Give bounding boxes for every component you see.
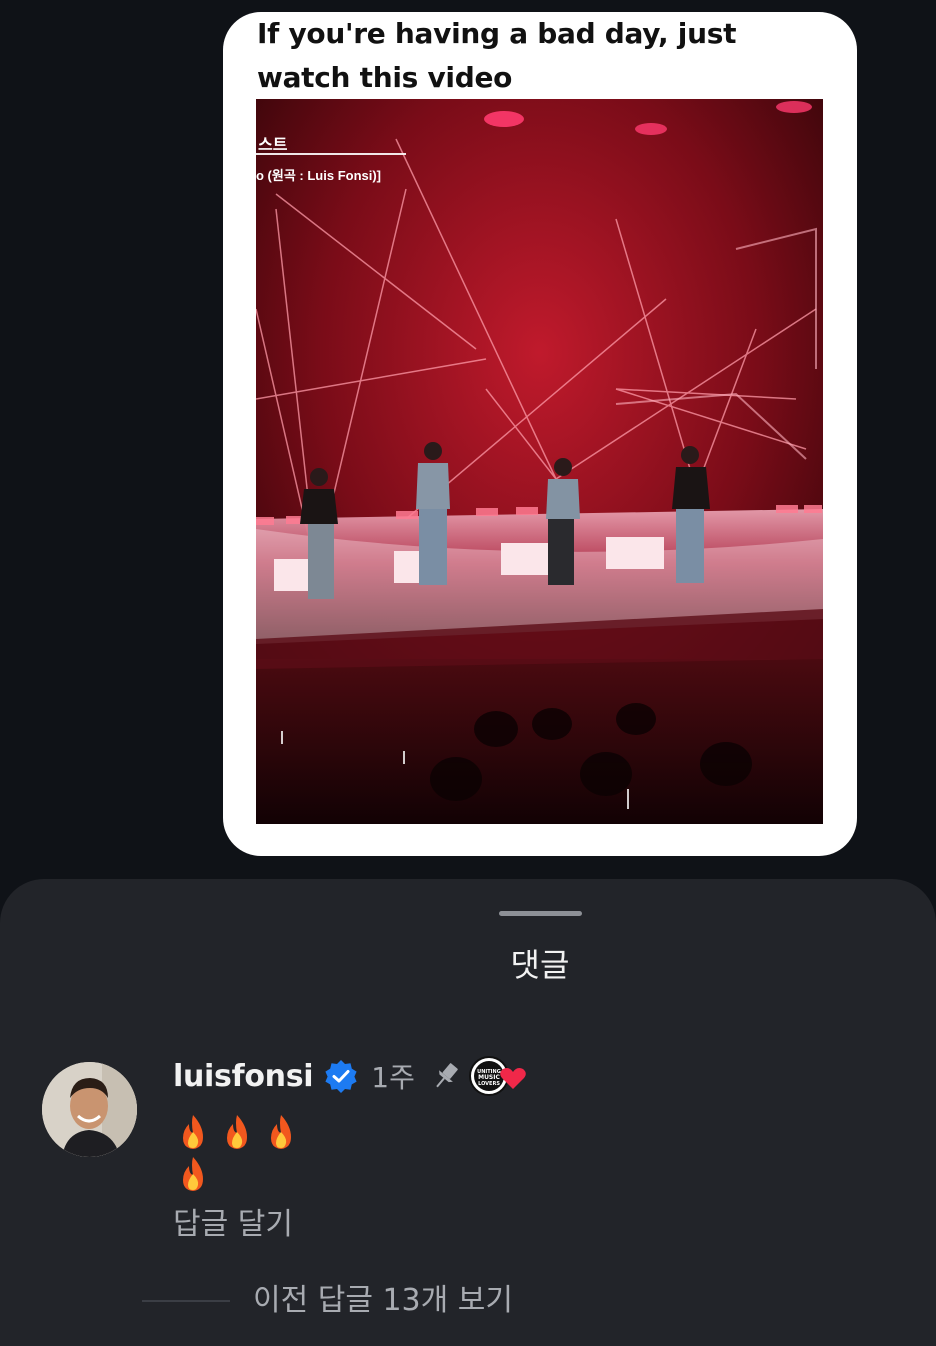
comment-body	[173, 1111, 301, 1195]
post-caption: If you're having a bad day, just watch t…	[257, 17, 737, 94]
comment-username[interactable]: luisfonsi	[173, 1059, 314, 1094]
creator-liked-badge: UNITING MUSIC LOVERS	[468, 1055, 531, 1097]
svg-text:MUSIC: MUSIC	[478, 1074, 500, 1081]
video-overlay-subtitle: o (원곡 : Luis Fonsi)]	[256, 168, 382, 183]
comment-header: luisfonsi 1주 UNITING MUSIC LOVERS	[173, 1054, 531, 1098]
fire-emoji-icon	[173, 1154, 213, 1194]
video-overlay-title: 스트	[258, 137, 288, 154]
replies-divider	[142, 1300, 230, 1302]
fire-emoji-icon	[173, 1112, 213, 1152]
flame-row	[173, 1153, 301, 1195]
video-player[interactable]: 스트 o (원곡 : Luis Fonsi)]	[256, 99, 823, 824]
reply-button[interactable]: 답글 달기	[173, 1204, 293, 1246]
flame-row	[173, 1111, 301, 1153]
sheet-drag-handle[interactable]	[499, 911, 582, 916]
comment-timestamp: 1주	[371, 1061, 415, 1094]
app-screen: If you're having a bad day, just watch t…	[0, 0, 936, 1346]
comments-sheet: 댓글 luisfonsi 1주 UNITING MUSIC LOVERS 답글 …	[0, 879, 936, 1346]
svg-text:LOVERS: LOVERS	[478, 1081, 500, 1087]
verified-badge-icon	[323, 1058, 359, 1094]
fire-emoji-icon	[217, 1112, 257, 1152]
fire-emoji-icon	[261, 1112, 301, 1152]
avatar-image	[42, 1062, 137, 1157]
video-frame-image	[256, 99, 823, 824]
pin-icon	[429, 1059, 463, 1093]
post-card[interactable]: If you're having a bad day, just watch t…	[223, 12, 857, 856]
avatar[interactable]	[42, 1062, 137, 1157]
sheet-title: 댓글	[510, 946, 570, 984]
view-previous-replies-button[interactable]: 이전 답글 13개 보기	[253, 1279, 513, 1323]
